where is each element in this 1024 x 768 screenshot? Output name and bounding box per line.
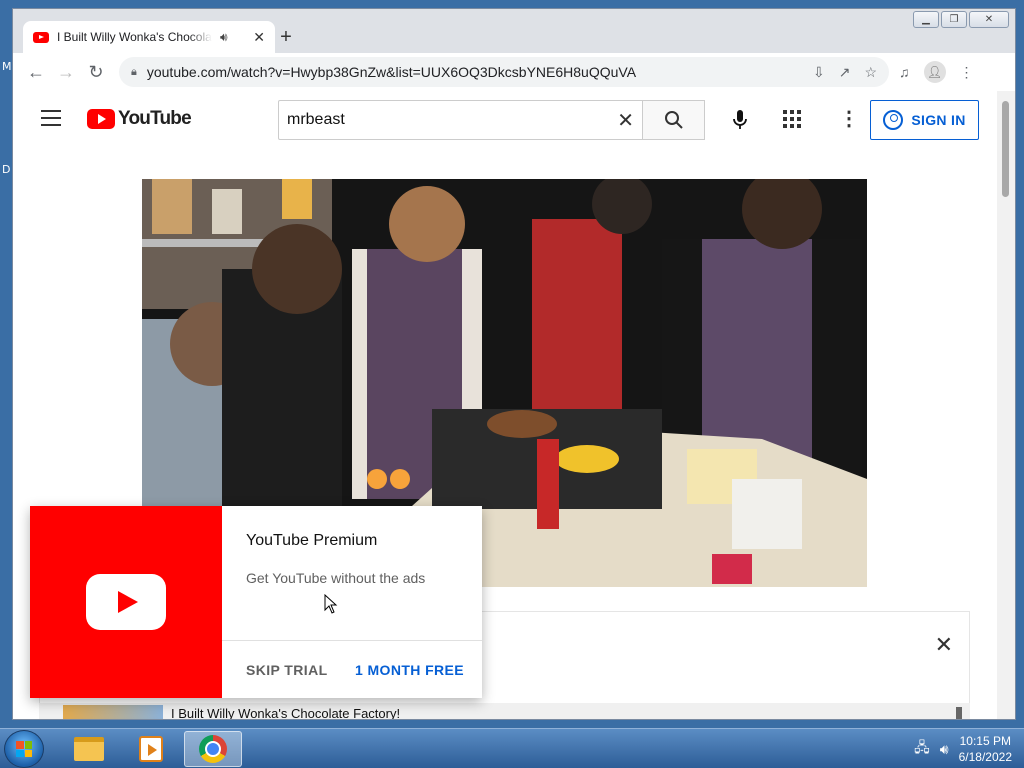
taskbar-explorer[interactable] [60,731,118,767]
tab-title: I Built Willy Wonka's Chocolate Factory! [57,30,212,44]
microphone-icon [733,110,747,129]
page-scrollbar[interactable] [997,91,1015,719]
account-circle-icon [883,110,904,130]
playlist-thumbnail [63,705,163,719]
search-query: mrbeast [287,111,345,128]
voice-search-button[interactable] [720,100,760,140]
playlist-item-title: I Built Willy Wonka's Chocolate Factory! [171,706,401,719]
playlist-scrollbar[interactable] [956,707,962,719]
windows-logo-icon [16,741,32,757]
close-panel-icon[interactable]: ✕ [935,632,953,658]
youtube-header: YouTube mrbeast ✕ ⋮ SIGN IN [13,91,997,147]
forward-button[interactable]: → [51,57,81,87]
taskbar-chrome[interactable] [184,731,242,767]
install-icon[interactable]: ⇩ [813,64,825,81]
profile-avatar-icon[interactable]: 👤︎ [923,61,946,83]
desktop-icon-label-m: M [2,60,12,73]
youtube-play-logo-icon [87,109,115,129]
taskbar: 🖧︎ 🔊︎ 10:15 PM 6/18/2022 [0,728,1024,768]
search-input[interactable]: mrbeast ✕ [278,100,643,140]
settings-more-icon[interactable]: ⋮ [839,109,859,129]
bookmark-star-icon[interactable]: ☆ [864,64,877,81]
tab-close-icon[interactable]: ✕ [253,29,265,46]
promo-title: YouTube Premium [246,532,378,549]
search-icon [664,111,683,129]
youtube-play-icon [86,574,166,630]
volume-icon[interactable]: 🔊︎ [940,741,949,758]
share-icon[interactable]: ↗ [839,64,851,81]
promo-divider [222,640,482,641]
url-text: youtube.com/watch?v=Hwybp38GnZw&list=UUX… [146,64,637,80]
media-control-icon[interactable]: ♫ [899,64,910,80]
youtube-wordmark: YouTube [118,108,192,129]
browser-toolbar: ← → ↻ 🔒︎ youtube.com/watch?v=Hwybp38GnZw… [13,53,1015,91]
folder-icon [74,737,104,761]
sign-in-label: SIGN IN [911,112,966,128]
chrome-icon [199,735,227,763]
browser-menu-icon[interactable]: ⋮ [960,64,974,81]
reload-button[interactable]: ↻ [81,57,111,87]
close-window-button[interactable]: ✕ [969,11,1009,28]
start-button[interactable] [4,730,44,768]
new-tab-button[interactable]: + [275,26,297,49]
network-icon[interactable]: 🖧︎ [914,737,930,761]
one-month-free-button[interactable]: 1 MONTH FREE [355,662,464,678]
apps-grid-icon[interactable] [783,110,801,128]
premium-promo-art [30,506,222,698]
mouse-cursor-icon [324,594,338,614]
skip-trial-button[interactable]: SKIP TRIAL [246,662,328,678]
clock-time: 10:15 PM [959,734,1011,748]
system-tray: 🖧︎ 🔊︎ 10:15 PM 6/18/2022 [914,733,1012,765]
window-controls: ▁ ❐ ✕ [913,11,1009,28]
hamburger-menu-icon[interactable] [41,110,61,126]
premium-promo-dialog: YouTube Premium Get YouTube without the … [30,506,482,698]
sign-in-button[interactable]: SIGN IN [870,100,979,140]
minimize-button[interactable]: ▁ [913,11,939,28]
maximize-button[interactable]: ❐ [941,11,967,28]
promo-subtitle: Get YouTube without the ads [246,570,426,586]
back-button[interactable]: ← [21,57,51,87]
page-scroll-thumb[interactable] [1002,101,1009,197]
address-bar[interactable]: 🔒︎ youtube.com/watch?v=Hwybp38GnZw&list=… [119,57,889,87]
youtube-logo[interactable]: YouTube [87,108,192,130]
taskbar-media-player[interactable] [122,731,180,767]
speaker-icon[interactable]: 🔊︎ [220,30,228,45]
lock-icon[interactable]: 🔒︎ [131,66,137,79]
clock[interactable]: 10:15 PM 6/18/2022 [959,733,1012,765]
desktop-icon-label-d: D [2,163,11,176]
media-player-icon [139,736,163,762]
playlist-item[interactable]: I Built Willy Wonka's Chocolate Factory! [39,703,970,719]
clock-date: 6/18/2022 [958,750,1012,764]
youtube-favicon-icon [33,31,49,43]
search-button[interactable] [642,100,705,140]
clear-search-icon[interactable]: ✕ [617,108,634,133]
tab-youtube[interactable]: I Built Willy Wonka's Chocolate Factory!… [23,21,275,53]
